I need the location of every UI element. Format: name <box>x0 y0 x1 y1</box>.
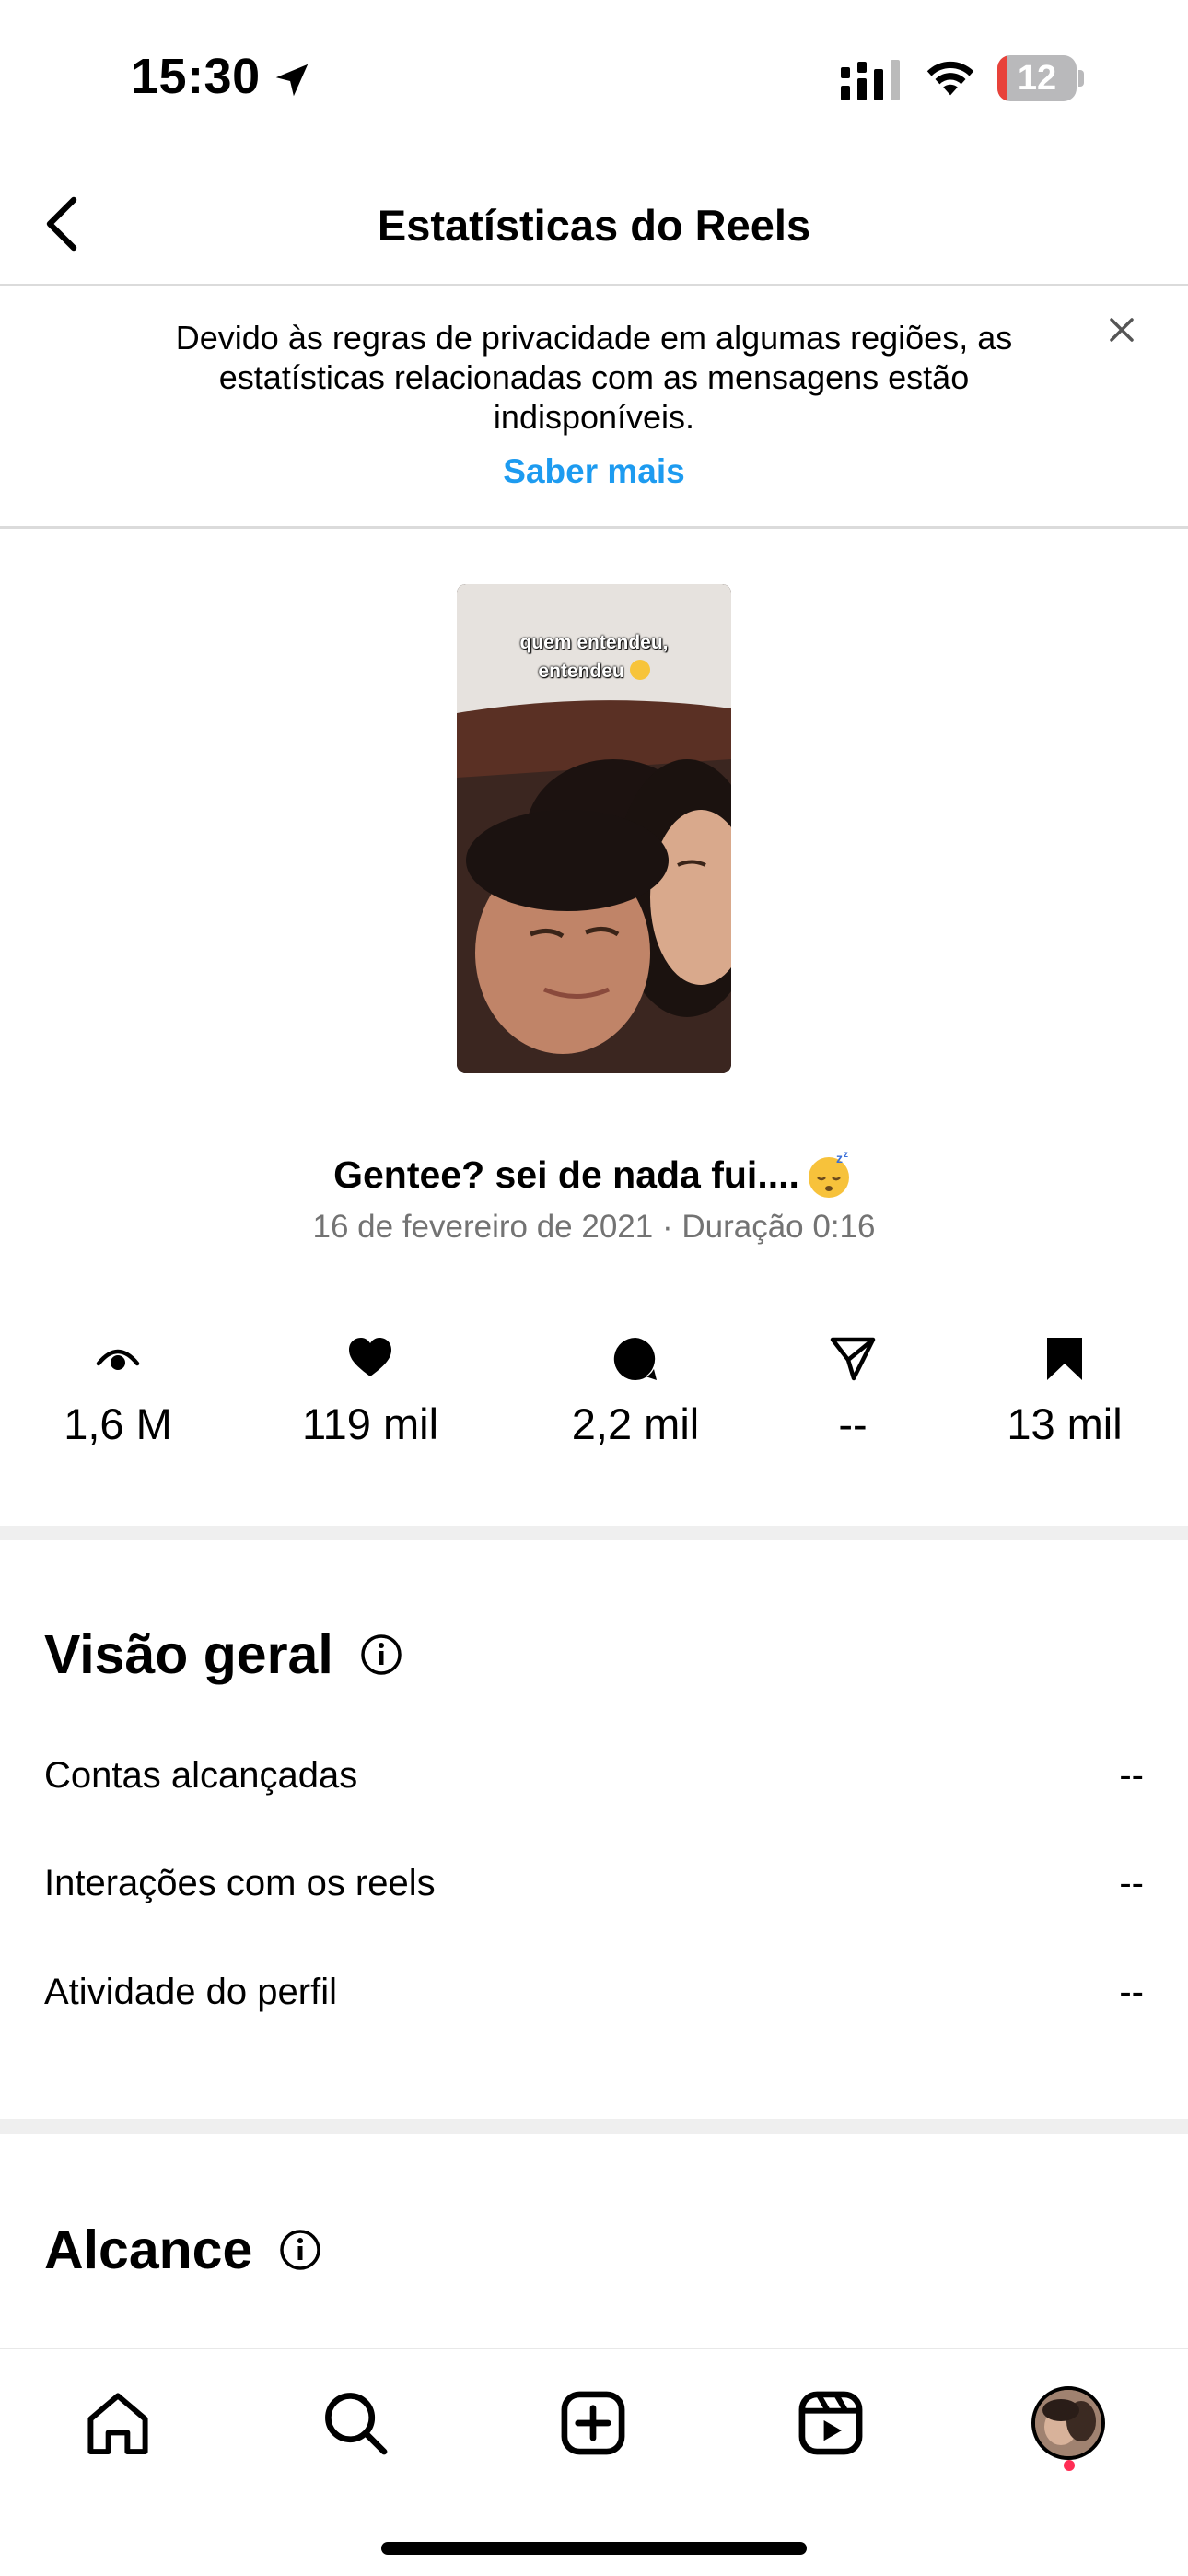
notice-text: Devido às regras de privacidade em algum… <box>175 319 1013 436</box>
row-label: Atividade do perfil <box>44 1972 337 2012</box>
overview-row-accounts-reached[interactable]: Contas alcançadas -- <box>0 1744 1188 1818</box>
home-indicator <box>381 2542 807 2555</box>
tab-reels[interactable] <box>785 2377 877 2469</box>
eye-play-icon <box>96 1349 140 1370</box>
status-time: 15:30 <box>131 49 261 104</box>
overview-title: Visão geral <box>44 1623 403 1686</box>
tab-home[interactable] <box>72 2377 164 2469</box>
row-value: -- <box>1119 1972 1144 2012</box>
thumbnail-caption: quem entendeu, entendeu <box>457 628 731 685</box>
metric-comments: 2,2 mil <box>525 1336 746 1456</box>
close-notice-button[interactable] <box>1096 304 1147 356</box>
reel-thumbnail[interactable]: quem entendeu, entendeu <box>457 584 731 1073</box>
battery-icon: 12 <box>997 55 1084 101</box>
section-separator <box>0 1526 1188 1540</box>
svg-text:z: z <box>836 1151 843 1165</box>
page-title: Estatísticas do Reels <box>377 201 811 250</box>
bookmark-icon <box>1047 1338 1082 1380</box>
smirk-emoji-icon <box>629 660 650 680</box>
reach-title: Alcance <box>44 2219 322 2281</box>
status-bar: 15:30 12 <box>0 0 1188 157</box>
close-icon <box>1110 318 1134 342</box>
row-label: Contas alcançadas <box>44 1755 358 1796</box>
metrics-row: 1,6 M 119 mil 2,2 mil -- 13 mil <box>0 1336 1188 1456</box>
svg-text:z: z <box>844 1150 848 1160</box>
metric-value: -- <box>838 1399 868 1448</box>
reel-title-text: Gentee? sei de nada fui.... <box>333 1153 799 1196</box>
privacy-notice: Devido às regras de privacidade em algum… <box>0 286 1188 527</box>
learn-more-link[interactable]: Saber mais <box>0 452 1188 491</box>
create-icon <box>561 2391 625 2455</box>
row-label: Interações com os reels <box>44 1863 436 1903</box>
metric-value: 119 mil <box>301 1399 439 1448</box>
search-icon <box>325 2393 388 2455</box>
info-icon[interactable] <box>278 2228 322 2272</box>
overview-row-reel-interactions[interactable]: Interações com os reels -- <box>0 1852 1188 1926</box>
reel-title: Gentee? sei de nada fui.... z z <box>0 1150 1188 1200</box>
battery-level: 12 <box>1017 59 1057 98</box>
metric-shares: -- <box>742 1336 963 1456</box>
thumbnail-caption-line1: quem entendeu, <box>519 632 669 653</box>
heart-icon <box>349 1338 391 1376</box>
notification-dot <box>1064 2460 1075 2471</box>
tab-search[interactable] <box>309 2377 402 2469</box>
overview-title-text: Visão geral <box>44 1624 333 1685</box>
location-arrow-icon <box>275 64 309 97</box>
metric-value: 1,6 M <box>64 1399 172 1448</box>
reels-icon <box>798 2391 863 2455</box>
metric-saves: 13 mil <box>954 1336 1175 1456</box>
section-separator <box>0 2119 1188 2134</box>
reel-meta: 16 de fevereiro de 2021 · Duração 0:16 <box>312 1209 876 1245</box>
info-icon[interactable] <box>359 1633 403 1677</box>
tab-profile[interactable] <box>1022 2377 1114 2469</box>
tab-create[interactable] <box>547 2377 639 2469</box>
overview-row-profile-activity[interactable]: Atividade do perfil -- <box>0 1961 1188 2034</box>
sleeping-face-emoji-icon: z z <box>808 1150 849 1198</box>
nav-bar: Estatísticas do Reels <box>0 161 1188 286</box>
home-icon <box>87 2393 148 2455</box>
metric-likes: 119 mil <box>260 1336 481 1456</box>
send-icon <box>830 1337 876 1381</box>
row-value: -- <box>1119 1863 1144 1903</box>
thumbnail-caption-line2: entendeu <box>538 661 624 682</box>
cellular-signal-icon <box>841 60 900 100</box>
metric-plays: 1,6 M <box>7 1336 228 1456</box>
row-value: -- <box>1119 1755 1144 1796</box>
reach-title-text: Alcance <box>44 2219 253 2280</box>
notice-divider <box>0 526 1188 529</box>
metric-value: 2,2 mil <box>571 1399 700 1448</box>
comment-icon <box>613 1337 657 1380</box>
metric-value: 13 mil <box>1007 1399 1123 1448</box>
wifi-icon <box>926 61 974 96</box>
profile-avatar <box>1031 2386 1105 2460</box>
